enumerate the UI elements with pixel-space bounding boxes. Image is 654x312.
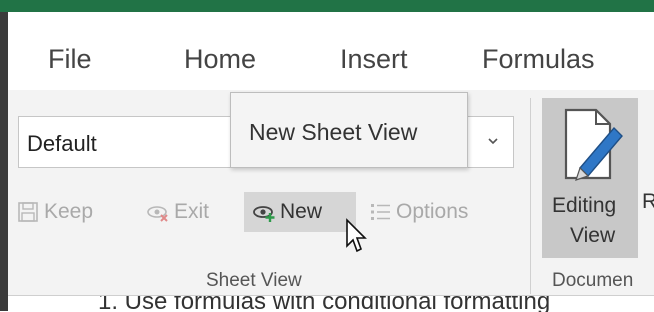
editing-view-label-line2: View — [570, 224, 616, 247]
chevron-down-icon[interactable] — [487, 135, 499, 147]
window-edge — [0, 0, 8, 311]
sheet-view-group-label: Sheet View — [206, 270, 302, 291]
exit-icon — [147, 206, 168, 222]
tab-formulas[interactable]: Formulas — [482, 44, 595, 75]
editing-view-label-line1: Editing — [552, 194, 617, 217]
tooltip: New Sheet View — [230, 92, 468, 168]
keep-label: Keep — [44, 200, 94, 223]
exit-button[interactable]: Exit — [146, 192, 209, 232]
tooltip-text: New Sheet View — [249, 119, 418, 145]
options-icon — [371, 204, 390, 220]
new-view-button[interactable]: New — [244, 192, 356, 232]
options-label: Options — [396, 200, 469, 223]
group-divider — [530, 98, 531, 294]
editing-view-button[interactable]: Editing View — [542, 98, 638, 258]
document-group-label: Documen — [552, 270, 634, 291]
new-label: New — [280, 200, 323, 223]
editing-view-icon — [564, 108, 623, 181]
clipped-label: R — [642, 190, 654, 213]
app-title-bar — [0, 0, 654, 12]
keep-button[interactable]: Keep — [16, 192, 93, 232]
exit-label: Exit — [174, 200, 210, 223]
sheet-view-selected: Default — [27, 131, 97, 156]
new-view-icon — [253, 206, 275, 222]
cursor-icon — [346, 218, 367, 253]
keep-icon — [18, 202, 38, 222]
sheet-area[interactable]: 1. Use formulas with conditional formatt… — [8, 295, 654, 312]
ribbon-tabs: File Home Insert Formulas — [8, 12, 654, 91]
tab-home[interactable]: Home — [184, 44, 256, 75]
tab-file[interactable]: File — [48, 44, 92, 75]
options-button[interactable]: Options — [368, 192, 468, 232]
sheet-cell-text: 1. Use formulas with conditional formatt… — [98, 295, 551, 312]
tab-insert[interactable]: Insert — [340, 44, 408, 75]
